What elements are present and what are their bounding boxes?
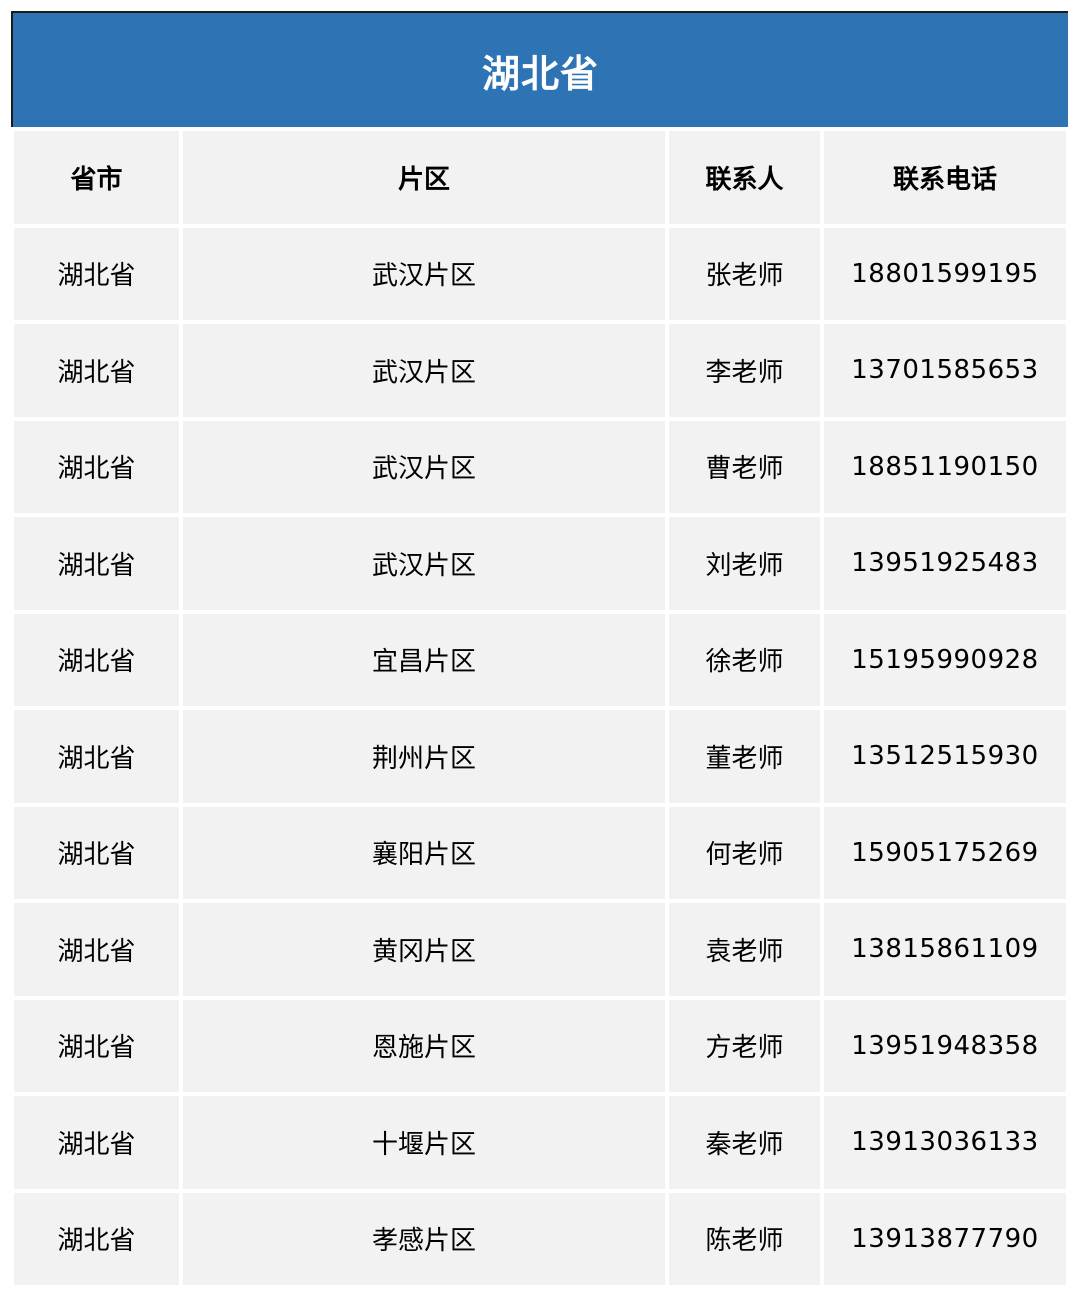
cell-phone: 18851190150: [824, 420, 1066, 513]
cell-phone: 13701585653: [824, 324, 1066, 417]
cell-phone: 13951948358: [824, 999, 1066, 1092]
cell-province: 湖北省: [14, 517, 179, 610]
cell-phone: 15195990928: [824, 613, 1066, 706]
cell-area: 十堰片区: [183, 1096, 665, 1189]
cell-province: 湖北省: [14, 420, 179, 513]
table-row: 湖北省 武汉片区 李老师 13701585653: [14, 324, 1066, 417]
cell-contact: 秦老师: [669, 1096, 820, 1189]
table-row: 湖北省 宜昌片区 徐老师 15195990928: [14, 613, 1066, 706]
cell-province: 湖北省: [14, 227, 179, 320]
column-header-area: 片区: [183, 131, 665, 224]
cell-province: 湖北省: [14, 1192, 179, 1285]
table-row: 湖北省 武汉片区 张老师 18801599195: [14, 227, 1066, 320]
table-row: 湖北省 恩施片区 方老师 13951948358: [14, 999, 1066, 1092]
cell-area: 宜昌片区: [183, 613, 665, 706]
cell-area: 黄冈片区: [183, 903, 665, 996]
table-row: 湖北省 十堰片区 秦老师 13913036133: [14, 1096, 1066, 1189]
cell-contact: 何老师: [669, 806, 820, 899]
cell-phone: 13815861109: [824, 903, 1066, 996]
cell-province: 湖北省: [14, 999, 179, 1092]
cell-area: 襄阳片区: [183, 806, 665, 899]
table-row: 湖北省 武汉片区 曹老师 18851190150: [14, 420, 1066, 513]
table-row: 湖北省 武汉片区 刘老师 13951925483: [14, 517, 1066, 610]
page-title: 湖北省: [481, 51, 599, 96]
cell-phone: 13913877790: [824, 1192, 1066, 1285]
title-bar: 湖北省: [11, 11, 1068, 127]
cell-area: 武汉片区: [183, 227, 665, 320]
cell-contact: 刘老师: [669, 517, 820, 610]
cell-area: 武汉片区: [183, 324, 665, 417]
cell-contact: 董老师: [669, 710, 820, 803]
cell-phone: 13512515930: [824, 710, 1066, 803]
cell-province: 湖北省: [14, 806, 179, 899]
table-row: 湖北省 襄阳片区 何老师 15905175269: [14, 806, 1066, 899]
cell-province: 湖北省: [14, 613, 179, 706]
cell-phone: 15905175269: [824, 806, 1066, 899]
cell-area: 武汉片区: [183, 420, 665, 513]
cell-province: 湖北省: [14, 1096, 179, 1189]
cell-province: 湖北省: [14, 710, 179, 803]
cell-area: 恩施片区: [183, 999, 665, 1092]
column-header-contact: 联系人: [669, 131, 820, 224]
cell-area: 武汉片区: [183, 517, 665, 610]
column-header-province: 省市: [14, 131, 179, 224]
cell-contact: 陈老师: [669, 1192, 820, 1285]
table-header-row: 省市 片区 联系人 联系电话: [14, 131, 1066, 224]
cell-phone: 13951925483: [824, 517, 1066, 610]
cell-area: 荆州片区: [183, 710, 665, 803]
cell-province: 湖北省: [14, 903, 179, 996]
cell-contact: 袁老师: [669, 903, 820, 996]
cell-contact: 李老师: [669, 324, 820, 417]
table-row: 湖北省 黄冈片区 袁老师 13815861109: [14, 903, 1066, 996]
contact-table: 省市 片区 联系人 联系电话 湖北省 武汉片区 张老师 18801599195 …: [14, 131, 1066, 1285]
cell-contact: 曹老师: [669, 420, 820, 513]
cell-contact: 徐老师: [669, 613, 820, 706]
cell-phone: 13913036133: [824, 1096, 1066, 1189]
column-header-phone: 联系电话: [824, 131, 1066, 224]
cell-contact: 方老师: [669, 999, 820, 1092]
table-row: 湖北省 荆州片区 董老师 13512515930: [14, 710, 1066, 803]
cell-area: 孝感片区: [183, 1192, 665, 1285]
cell-phone: 18801599195: [824, 227, 1066, 320]
cell-contact: 张老师: [669, 227, 820, 320]
table-row: 湖北省 孝感片区 陈老师 13913877790: [14, 1192, 1066, 1285]
cell-province: 湖北省: [14, 324, 179, 417]
